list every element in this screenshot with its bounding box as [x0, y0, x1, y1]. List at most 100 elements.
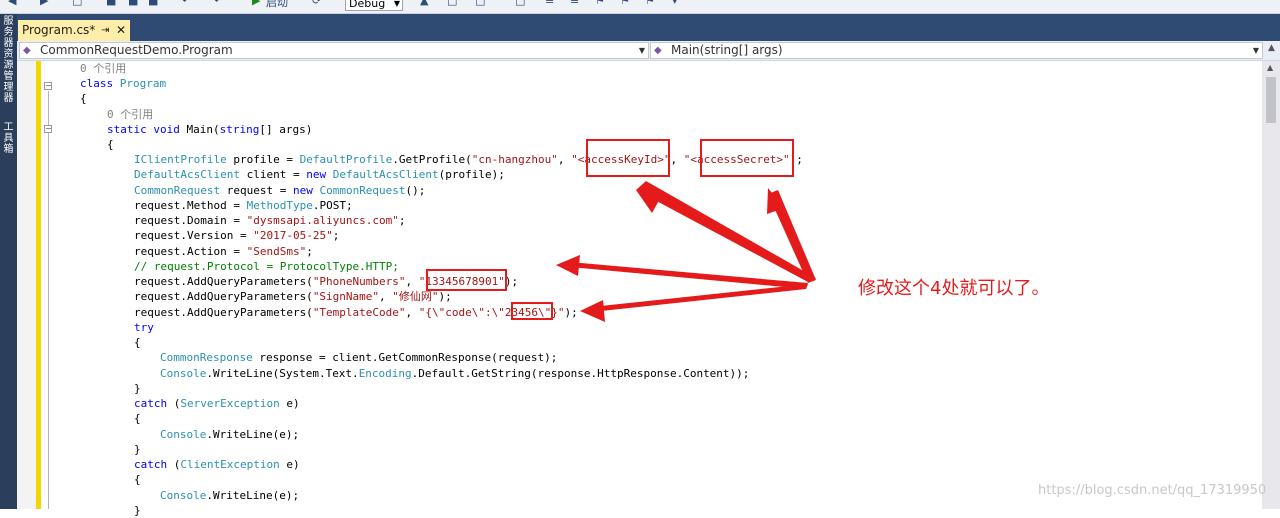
code-token: request.AddQueryParameters( [134, 290, 313, 303]
close-icon[interactable]: ✕ [116, 21, 126, 40]
keyword: new [306, 168, 327, 181]
start-icon[interactable]: ▶ [252, 0, 260, 10]
type-token: Console [160, 489, 207, 502]
scroll-thumb[interactable] [1266, 77, 1276, 123]
forward-icon[interactable]: ▶ [40, 0, 48, 10]
code-token: ; [306, 245, 313, 258]
code-token: request.AddQueryParameters( [134, 275, 313, 288]
code-line: { [107, 138, 114, 151]
ide-toolbar: ◀ ▶ □ ■ ■ ■ ↶ ↷ ▶ 启动 ⟳ Debug ▼ ▲ □ □ □ ≡… [0, 0, 1280, 14]
server-explorer-tab[interactable]: 服 务 器 资 源 管 理 器 [0, 16, 17, 104]
attach-icon[interactable]: ▲ [420, 0, 428, 10]
code-token: response = client.GetCommonResponse(requ… [252, 351, 558, 364]
code-line: { [134, 473, 141, 486]
flag-next-icon[interactable]: ⚑ [645, 0, 655, 10]
code-line: { [80, 92, 87, 105]
code-token: e) [279, 397, 300, 410]
string-token: "SendSms" [246, 245, 307, 258]
pin-icon[interactable]: ⇥ [101, 21, 109, 40]
keyword: catch [134, 458, 168, 471]
scroll-up-icon[interactable]: ▲ [1267, 63, 1273, 72]
code-token: (); [405, 184, 426, 197]
configuration-select[interactable]: Debug ▼ [345, 0, 403, 11]
string-token: "cn-hangzhou" [471, 153, 558, 166]
toolbox-tab[interactable]: 工 具 箱 [0, 122, 17, 155]
redo-icon[interactable]: ↷ [210, 0, 219, 10]
code-line: request.Method = MethodType.POST; [134, 198, 353, 213]
split-editor-icon[interactable]: ▲ [1268, 43, 1278, 56]
comment-out-icon[interactable]: □ [515, 0, 525, 10]
sign-name-string: "修仙网" [392, 290, 439, 303]
outdent-icon[interactable]: ≡ [570, 0, 579, 10]
back-icon[interactable]: ◀ [8, 0, 16, 10]
code-token: , [405, 275, 419, 288]
type-token: DefaultAcsClient [134, 168, 240, 181]
class-name: Program [119, 77, 167, 90]
new-file-icon[interactable]: □ [72, 0, 82, 10]
keyword: static [107, 123, 147, 136]
code-token: , [670, 153, 684, 166]
save-icon[interactable]: ■ [128, 0, 138, 10]
vertical-scrollbar[interactable]: ▲ [1262, 61, 1280, 509]
code-token: , [379, 290, 393, 303]
template-param-string: "{\"code\":\"23456\"}" [418, 306, 565, 319]
member-combo-value: Main(string[] args) [671, 43, 783, 57]
tab-title: Program.cs* [22, 23, 96, 37]
bookmark-icon[interactable]: □ [475, 0, 485, 10]
tab-program-cs[interactable]: Program.cs* ⇥ ✕ [18, 20, 130, 41]
code-line: try [134, 321, 154, 334]
flag-prev-icon[interactable]: ⚑ [620, 0, 630, 10]
string-token: "SignName" [312, 290, 380, 303]
code-line: CommonResponse response = client.GetComm… [160, 350, 557, 365]
save-all-icon[interactable]: ■ [148, 0, 158, 10]
method-icon: ◆ [654, 45, 662, 56]
access-secret-string: "<accessSecret>" [683, 153, 790, 166]
code-line: class Program [80, 76, 166, 91]
code-line: request.AddQueryParameters("TemplateCode… [134, 305, 578, 320]
method-reference-count[interactable]: 0 个引用 [107, 107, 153, 122]
code-token: Main( [186, 123, 220, 136]
code-line: request.Version = "2017-05-25"; [134, 228, 339, 243]
code-token: ( [167, 397, 181, 410]
member-combo[interactable]: ◆ Main(string[] args) ▼ [650, 42, 1263, 59]
chevron-down-icon: ▼ [393, 0, 400, 8]
refresh-icon[interactable]: ⟳ [312, 0, 321, 10]
code-line: } [134, 382, 141, 395]
code-token: .WriteLine(e); [206, 489, 300, 502]
access-key-id-string: "<accessKeyId>" [571, 153, 671, 166]
indent-icon[interactable]: ≡ [545, 0, 554, 10]
type-combo[interactable]: ◆ CommonRequestDemo.Program ▼ [19, 42, 649, 59]
fold-guide [48, 91, 49, 509]
code-line: { [134, 336, 141, 349]
string-token: "2017-05-25" [253, 229, 333, 242]
phone-number-string: "13345678901" [418, 275, 505, 288]
class-reference-count[interactable]: 0 个引用 [80, 61, 126, 76]
code-token: request.Domain = [134, 214, 247, 227]
type-token: Console [160, 367, 207, 380]
type-token: CommonResponse [160, 351, 253, 364]
code-token: , [557, 153, 572, 166]
start-button-label[interactable]: 启动 [266, 0, 288, 10]
code-line: catch (ServerException e) [134, 396, 300, 411]
code-token: request.Action = [134, 245, 247, 258]
open-file-icon[interactable]: ■ [106, 0, 116, 10]
code-editor[interactable]: − − 0 个引用 class Program { 0 个引用 static v… [17, 61, 1262, 517]
find-icon[interactable]: □ [447, 0, 457, 10]
type-token: MethodType [246, 199, 313, 212]
type-token: CommonRequest [319, 184, 406, 197]
configuration-value: Debug [349, 0, 386, 10]
undo-icon[interactable]: ↶ [182, 0, 191, 10]
code-line: } [134, 504, 141, 517]
code-token: profile = [226, 153, 300, 166]
keyword: string [219, 123, 260, 136]
code-token: e) [279, 458, 300, 471]
flag-icon[interactable]: ⚑ [595, 0, 605, 10]
type-token: DefaultProfile [299, 153, 393, 166]
code-token: ; [398, 214, 406, 227]
code-line: Console.WriteLine(System.Text.Encoding.D… [160, 366, 749, 381]
fold-toggle-class[interactable]: − [44, 82, 52, 90]
overflow-icon[interactable]: ▾ [672, 0, 678, 10]
type-token: Console [160, 428, 207, 441]
code-token: .WriteLine(System.Text. [206, 367, 359, 380]
fold-toggle-method[interactable]: − [44, 125, 52, 133]
